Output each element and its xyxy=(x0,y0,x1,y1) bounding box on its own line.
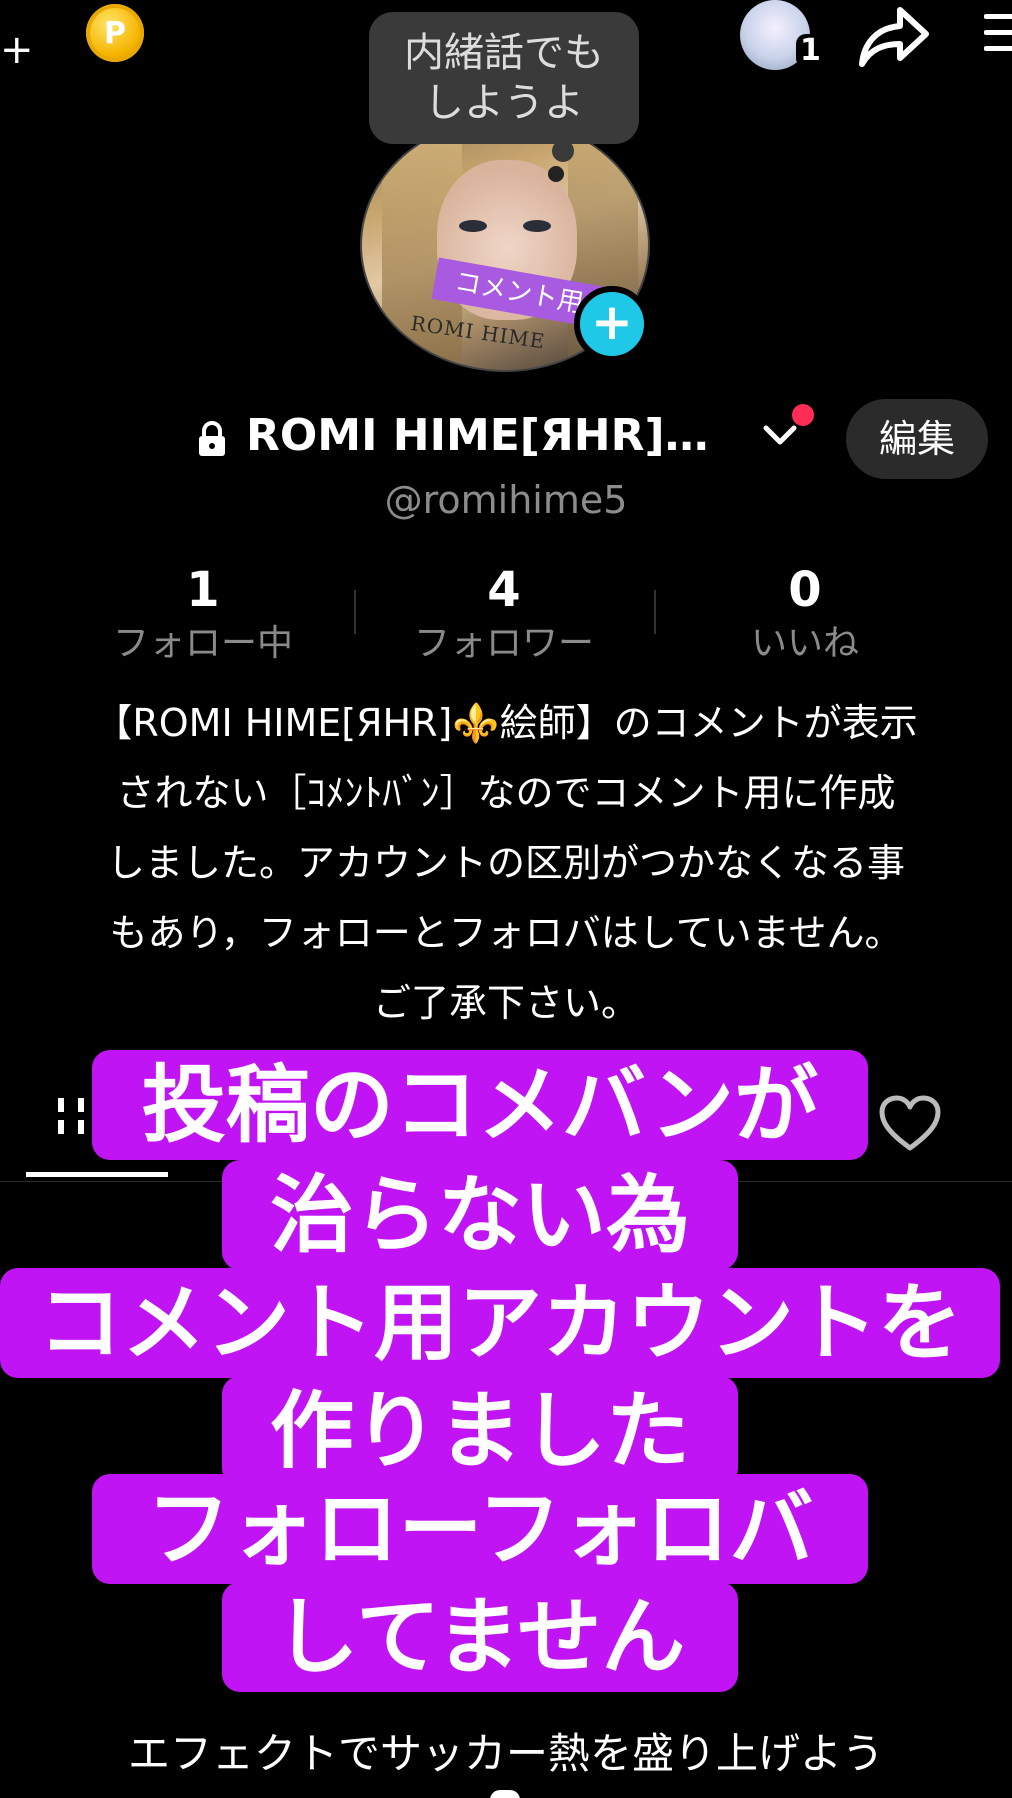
add-account-button[interactable]: + xyxy=(0,30,34,70)
stat-likes-label: いいね xyxy=(750,623,859,664)
note-bubble-line1: 内緒話でも xyxy=(404,30,604,76)
menu-icon[interactable] xyxy=(984,14,1012,56)
bio-line: 【ROMI HIME[ЯHR]⚜️絵師】のコメントが表示 xyxy=(94,701,918,745)
stat-followers-label: フォロワー xyxy=(413,623,594,664)
stat-likes[interactable]: 0 いいね xyxy=(655,560,955,668)
effect-indicator xyxy=(490,1790,520,1798)
overlay-caption-line: 治らない為 xyxy=(222,1160,738,1270)
effect-banner-text[interactable]: エフェクトでサッカー熱を盛り上げよう xyxy=(0,1720,1012,1781)
note-bubble[interactable]: 内緒話でも しようよ xyxy=(369,12,639,144)
add-story-button[interactable]: + xyxy=(574,286,650,362)
bio-line: しました。アカウントの区別がつかなくなる事 xyxy=(106,841,905,885)
chevron-down-icon[interactable] xyxy=(760,418,800,454)
overlay-caption-line: コメント用アカウントを xyxy=(0,1268,1000,1378)
bio-line: もあり，フォローとフォロバはしていません。 xyxy=(109,911,903,955)
edit-profile-button[interactable]: 編集 xyxy=(846,399,988,479)
profile-screen: + P 1 コメント用 ROMI HIME + 内緒話でも しようよ ROMI … xyxy=(0,0,1012,1798)
note-bubble-line2: しようよ xyxy=(424,80,584,126)
profile-avatar-container[interactable]: コメント用 ROMI HIME + xyxy=(360,118,650,372)
stat-following-label: フォロー中 xyxy=(112,623,293,664)
lock-icon xyxy=(199,421,225,456)
stat-following-value: 1 xyxy=(186,562,220,618)
bubble-tail xyxy=(552,140,574,162)
notification-dot xyxy=(792,404,814,426)
active-tab-indicator xyxy=(26,1172,168,1177)
overlay-caption-line: 作りました xyxy=(222,1376,738,1486)
stat-following[interactable]: 1 フォロー中 xyxy=(53,560,353,668)
avatar-eye-left xyxy=(459,220,487,232)
overlay-caption-line: 投稿のコメバンが xyxy=(92,1050,868,1160)
stat-followers-value: 4 xyxy=(487,562,521,618)
coin-icon[interactable]: P xyxy=(86,4,144,62)
heart-icon[interactable] xyxy=(878,1094,942,1152)
overlay-caption-line: フォローフォロバ xyxy=(92,1474,868,1584)
friend-count-badge: 1 xyxy=(796,34,825,68)
bio-line: ご了承下さい。 xyxy=(372,981,639,1025)
bio-line: されない［ｺﾒﾝﾄﾊﾞﾝ］なのでコメント用に作成 xyxy=(116,771,896,815)
profile-handle: @romihime5 xyxy=(384,478,628,522)
stat-followers[interactable]: 4 フォロワー xyxy=(354,560,654,668)
stat-likes-value: 0 xyxy=(788,562,822,618)
share-icon[interactable] xyxy=(858,4,930,68)
profile-bio: 【ROMI HIME[ЯHR]⚜️絵師】のコメントが表示 されない［ｺﾒﾝﾄﾊﾞ… xyxy=(30,688,982,1038)
avatar-eye-right xyxy=(523,220,551,232)
videos-tab-icon[interactable] xyxy=(56,1090,86,1150)
overlay-caption-line: してません xyxy=(222,1582,738,1692)
bubble-dot xyxy=(548,166,564,182)
profile-name[interactable]: ROMI HIME[ЯHR]… xyxy=(246,410,709,461)
